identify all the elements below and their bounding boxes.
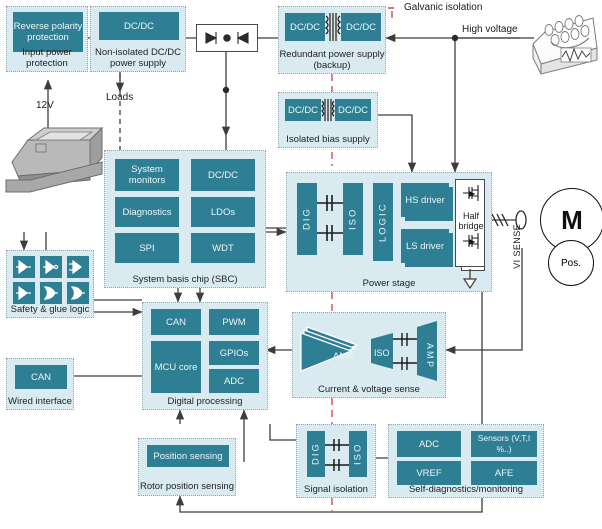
tile-ls-driver: LS driver xyxy=(401,229,453,267)
tile-can: CAN xyxy=(15,365,67,389)
caption-power-stage: Power stage xyxy=(362,278,416,289)
tile-dcdc: DC/DC xyxy=(99,12,179,40)
gate-buffer-4 xyxy=(13,282,35,304)
caption-signal-isolation: Signal isolation xyxy=(304,484,368,495)
tile-afe: AFE xyxy=(471,461,537,485)
tile-adc: ADC xyxy=(209,369,259,393)
tile-dcdc-secondary: DC/DC xyxy=(335,99,371,121)
tile-system-monitors: System monitors xyxy=(115,159,179,191)
12v-battery-icon xyxy=(5,126,104,193)
gate-buffer-2 xyxy=(40,256,62,278)
tile-vref: VREF xyxy=(397,461,461,485)
tile-iso: ISO xyxy=(349,431,367,477)
tile-position-sensing: Position sensing xyxy=(147,445,229,467)
tile-ldos: LDOs xyxy=(191,197,255,227)
label-loads: Loads xyxy=(106,92,134,103)
block-signal-isolation[interactable]: DIG ISO Signal isolation xyxy=(296,424,376,498)
svg-text:ISO: ISO xyxy=(374,348,390,358)
tile-dig: DIG xyxy=(297,183,317,255)
block-input-power-protection[interactable]: Reverse polarity protection Input power … xyxy=(6,6,88,72)
tile-adc: ADC xyxy=(397,431,461,457)
label-vi-sense: VI SENSE xyxy=(512,224,522,269)
caption-isolated-bias-supply: Isolated bias supply xyxy=(286,134,370,145)
label-high-voltage: High voltage xyxy=(462,24,518,35)
tile-diagnostics: Diagnostics xyxy=(115,197,179,227)
isolation-capacitors-icon xyxy=(317,195,343,241)
tile-iso: ISO xyxy=(343,183,363,255)
gate-or-1 xyxy=(40,282,62,304)
block-redundant-power-supply[interactable]: DC/DC DC/DC Redundant power supply (back… xyxy=(278,6,386,74)
transformer-icon xyxy=(325,13,341,41)
svg-text:A M P: A M P xyxy=(425,343,435,367)
block-isolated-bias-supply[interactable]: DC/DC DC/DC Isolated bias supply xyxy=(278,92,378,148)
caption-safety-glue-logic: Safety & glue logic xyxy=(10,304,90,315)
label-12v: 12V xyxy=(36,100,54,111)
diode-symbols xyxy=(205,32,249,44)
gate-buffer-1 xyxy=(13,256,35,278)
three-phase-slash-icon xyxy=(491,213,509,227)
caption-input-power-protection: Input power protection xyxy=(22,47,72,69)
tile-logic: LOGIC xyxy=(373,183,393,261)
caption-self-diagnostics-monitoring: Self-diagnostics/monitoring xyxy=(408,484,524,495)
block-rotor-position-sensing[interactable]: Position sensing Rotor position sensing xyxy=(138,438,236,496)
block-self-diagnostics-monitoring[interactable]: ADC Sensors (V,T,I %..) VREF AFE Self-di… xyxy=(388,424,544,498)
position-sensor-symbol: Pos. xyxy=(548,240,594,286)
block-digital-processing[interactable]: CAN PWM MCU core GPIOs ADC Digital proce… xyxy=(142,302,268,410)
tile-pwm: PWM xyxy=(209,309,259,335)
tile-sensors: Sensors (V,T,I %..) xyxy=(471,431,537,457)
tile-dig: DIG xyxy=(307,431,325,477)
block-power-stage[interactable]: DIG ISO LOGIC HS driver LS driver Half b… xyxy=(286,172,492,292)
tile-can: CAN xyxy=(151,309,201,335)
block-non-isolated-dcdc-supply[interactable]: DC/DC Non-isolated DC/DC power supply xyxy=(90,6,186,72)
block-diagram-canvas: Reverse polarity protection Input power … xyxy=(0,0,602,529)
tile-dcdc: DC/DC xyxy=(191,159,255,191)
mosfet-symbols-icon xyxy=(462,185,479,289)
block-safety-glue-logic[interactable]: Safety & glue logic xyxy=(6,250,94,318)
motor-label: M xyxy=(561,204,583,235)
tile-dcdc-primary: DC/DC xyxy=(285,99,321,121)
tile-hs-driver: HS driver xyxy=(401,183,453,221)
caption-digital-processing: Digital processing xyxy=(167,396,243,407)
caption-rotor-position-sensing: Rotor position sensing xyxy=(140,481,234,492)
isolation-capacitors-icon xyxy=(325,439,349,471)
block-system-basis-chip[interactable]: System monitors DC/DC Diagnostics LDOs S… xyxy=(104,150,266,288)
caption-wired-interface: Wired interface xyxy=(8,396,72,407)
caption-current-voltage-sense: Current & voltage sense xyxy=(318,384,420,395)
sense-amplifier-chain-icon: AMP ISO A M P xyxy=(300,321,437,381)
caption-system-basis-chip: System basis chip (SBC) xyxy=(132,274,238,285)
legend-galvanic-isolation: Galvanic isolation xyxy=(404,2,483,13)
position-sensor-label: Pos. xyxy=(560,257,581,269)
tile-reverse-polarity-protection: Reverse polarity protection xyxy=(13,12,83,52)
caption-non-isolated-dcdc-supply: Non-isolated DC/DC power supply xyxy=(94,47,182,69)
tile-gpios: GPIOs xyxy=(209,341,259,365)
tile-spi: SPI xyxy=(115,233,179,263)
svg-text:AMP: AMP xyxy=(333,351,354,362)
tile-mcu-core: MCU core xyxy=(151,341,201,393)
gate-or-2 xyxy=(67,282,89,304)
tile-dcdc-secondary: DC/DC xyxy=(341,13,381,41)
high-voltage-battery-pack-icon xyxy=(532,15,598,75)
tile-wdt: WDT xyxy=(191,233,255,263)
tile-dcdc-primary: DC/DC xyxy=(285,13,325,41)
gate-buffer-3 xyxy=(67,256,89,278)
block-current-voltage-sense[interactable]: AMP ISO A M P Current & voltage sense xyxy=(292,312,446,398)
transformer-icon xyxy=(321,99,335,121)
caption-redundant-power-supply: Redundant power supply (backup) xyxy=(279,49,385,71)
block-wired-interface[interactable]: CAN Wired interface xyxy=(6,358,74,410)
